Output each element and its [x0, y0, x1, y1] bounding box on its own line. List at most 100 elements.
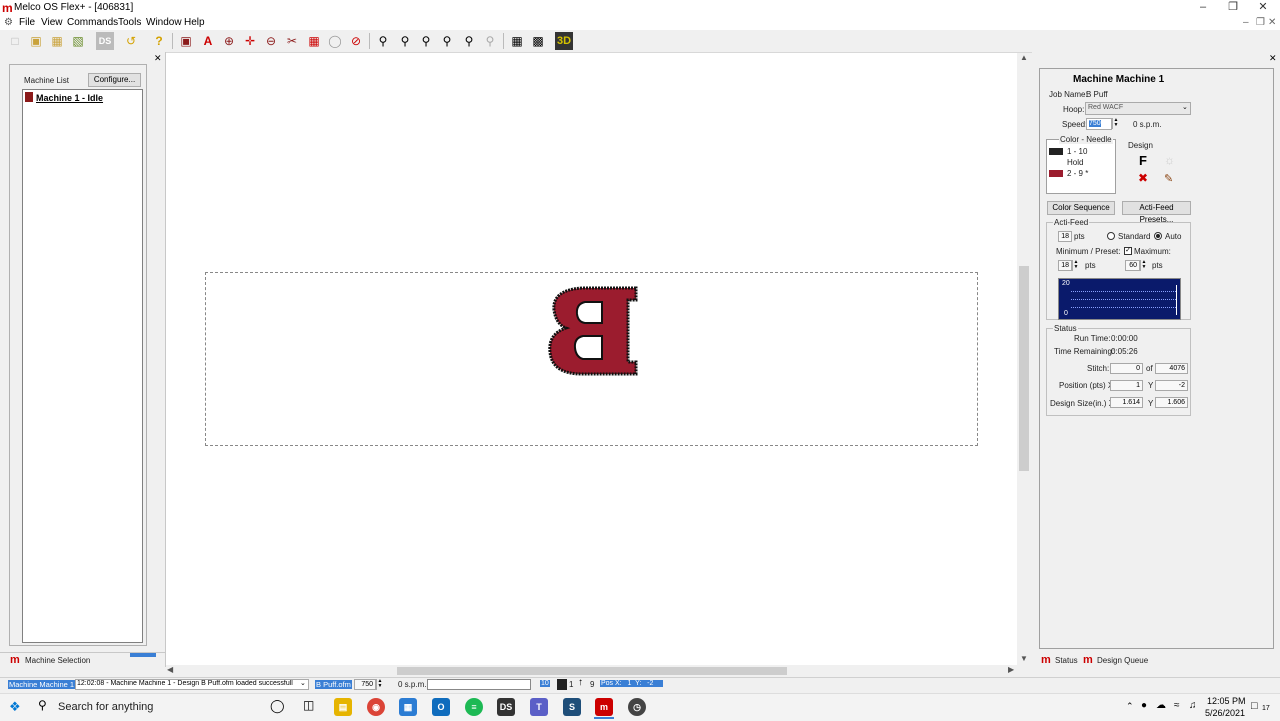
scroll-up-icon[interactable]: ▲ — [1020, 53, 1028, 62]
taskbar-search-input[interactable]: Search for anything — [58, 701, 153, 713]
trace-disabled-icon: ☼ — [1164, 153, 1175, 167]
vertical-scroll-thumb[interactable] — [1019, 266, 1029, 471]
save-icon[interactable]: ▧ — [69, 32, 87, 50]
zoom-in-icon[interactable]: ⚲ — [374, 32, 392, 50]
design-preview[interactable] — [544, 284, 640, 378]
speed-input[interactable]: 750 — [1086, 118, 1112, 130]
microphone-icon[interactable]: ● — [1141, 700, 1147, 711]
title-bar: m Melco OS Flex+ - [406831] – ❐ ✕ — [0, 0, 1280, 15]
machine-list-item[interactable]: Machine 1 - Idle — [36, 93, 103, 103]
spotify-icon[interactable]: ≡ — [465, 698, 483, 716]
min-unit: pts — [1085, 261, 1096, 270]
color-sequence-button[interactable]: Color Sequence — [1047, 201, 1115, 215]
status-speed-spinner-icon[interactable]: ▲ ▼ — [376, 679, 383, 690]
zoom-disabled-icon[interactable]: ⚲ — [481, 32, 499, 50]
status-machine[interactable]: Machine Machine 1 — [8, 680, 76, 689]
open-folder-icon[interactable]: ▣ — [27, 32, 45, 50]
melco-app-icon[interactable]: m — [595, 698, 613, 716]
system-menu-icon[interactable]: ⚙ — [4, 17, 13, 28]
file-explorer-icon[interactable]: ▤ — [334, 698, 352, 716]
thread-icon[interactable]: ◯ — [326, 32, 344, 50]
min-spinner-icon[interactable]: ▲ ▼ — [1072, 260, 1079, 271]
minimize-icon[interactable]: – — [1188, 0, 1218, 15]
zoom-actual-icon[interactable]: ⚲ — [460, 32, 478, 50]
scroll-left-icon[interactable]: ◀ — [167, 665, 173, 674]
maximum-checkbox[interactable]: ✓ — [1124, 247, 1132, 255]
menu-window[interactable]: Window — [146, 17, 182, 28]
menu-help[interactable]: Help — [184, 17, 205, 28]
sketch-app-icon[interactable]: S — [563, 698, 581, 716]
volume-icon[interactable]: ♫ — [1189, 700, 1197, 711]
3d-view-icon[interactable]: 3D — [555, 32, 573, 50]
wifi-icon[interactable]: ≈ — [1174, 700, 1180, 711]
text-tool-icon[interactable]: A — [199, 32, 217, 50]
standard-radio[interactable] — [1107, 232, 1115, 240]
designshop-icon[interactable]: DS — [497, 698, 515, 716]
configure-button[interactable]: Configure... — [88, 73, 141, 87]
hoop-select[interactable]: Red WACF ⌄ — [1085, 102, 1191, 115]
horizontal-scroll-thumb[interactable] — [397, 667, 787, 675]
vertical-scrollbar[interactable]: ▲ ▼ — [1017, 53, 1031, 665]
font-icon[interactable]: F — [1139, 153, 1147, 168]
stop-icon[interactable]: ⊘ — [347, 32, 365, 50]
auto-radio[interactable] — [1154, 232, 1162, 240]
cut-icon[interactable]: ✂ — [283, 32, 301, 50]
scroll-right-icon[interactable]: ▶ — [1008, 665, 1014, 674]
max-value[interactable]: 60 — [1125, 260, 1140, 271]
zoom-out-icon[interactable]: ⚲ — [417, 32, 435, 50]
hoop-icon[interactable]: ⊕ — [220, 32, 238, 50]
status-speed[interactable]: 750 — [354, 679, 376, 690]
onedrive-icon[interactable]: ☁ — [1156, 700, 1166, 711]
trim-icon[interactable]: ✖ — [1138, 171, 1148, 185]
image-icon[interactable]: ▦ — [305, 32, 323, 50]
outlook-icon[interactable]: O — [432, 698, 450, 716]
store-icon[interactable]: ▦ — [399, 698, 417, 716]
help-icon[interactable]: ? — [150, 32, 168, 50]
frame-icon[interactable]: ▣ — [177, 32, 195, 50]
chrome-icon[interactable]: ◉ — [367, 698, 385, 716]
new-file-icon[interactable]: □ — [6, 32, 24, 50]
actifeed-presets-button[interactable]: Acti-Feed Presets... — [1122, 201, 1191, 224]
undo-icon[interactable]: ↺ — [122, 32, 140, 50]
ds-icon[interactable]: DS — [96, 32, 114, 50]
restore-icon[interactable]: ❐ — [1218, 0, 1248, 15]
notification-icon[interactable]: □ — [1251, 700, 1258, 712]
panel-close-icon[interactable]: ✕ — [154, 53, 162, 64]
mdi-restore-icon[interactable]: ❐ — [1256, 17, 1265, 28]
menu-commands[interactable]: Commands — [67, 17, 118, 28]
task-view-icon[interactable]: ◫ — [303, 698, 314, 712]
clock-date[interactable]: 5/26/2021 — [1205, 708, 1245, 718]
menu-view[interactable]: View — [41, 17, 63, 28]
edit-design-icon[interactable]: ✎ — [1164, 172, 1173, 185]
status-message-select[interactable]: 12:02:08 - Machine Machine 1 - Design B … — [75, 679, 309, 690]
min-value[interactable]: 18 — [1058, 260, 1072, 271]
grid-icon[interactable]: ▦ — [508, 32, 526, 50]
cortana-icon[interactable]: ◯ — [270, 698, 285, 714]
clock-app-icon[interactable]: ◷ — [628, 698, 646, 716]
tray-chevron-icon[interactable]: ⌃ — [1126, 701, 1134, 712]
menu-file[interactable]: File — [19, 17, 35, 28]
scroll-down-icon[interactable]: ▼ — [1020, 654, 1028, 663]
search-icon[interactable]: ⚲ — [38, 698, 47, 712]
trace-icon[interactable]: ⊖ — [262, 32, 280, 50]
teams-icon[interactable]: T — [530, 698, 548, 716]
zoom-fit-icon[interactable]: ⚲ — [438, 32, 456, 50]
menu-tools[interactable]: Tools — [118, 17, 141, 28]
close-icon[interactable]: ✕ — [1248, 0, 1278, 15]
mdi-close-icon[interactable]: ✕ — [1268, 17, 1276, 28]
open-design-icon[interactable]: ▦ — [48, 32, 66, 50]
right-panel-close-icon[interactable]: ✕ — [1269, 53, 1277, 64]
actifeed-value[interactable]: 18 — [1058, 231, 1072, 242]
machine-selection-tab[interactable]: Machine Selection — [25, 656, 90, 665]
fine-grid-icon[interactable]: ▩ — [529, 32, 547, 50]
design-queue-tab[interactable]: Design Queue — [1097, 656, 1148, 665]
horizontal-scrollbar[interactable]: ◀ ▶ — [166, 665, 1017, 677]
speed-spinner-icon[interactable]: ▲ ▼ — [1112, 118, 1119, 129]
windows-start-icon[interactable]: ❖ — [9, 699, 21, 715]
max-spinner-icon[interactable]: ▲ ▼ — [1140, 260, 1147, 271]
clock-time[interactable]: 12:05 PM — [1207, 696, 1246, 706]
center-icon[interactable]: ✛ — [241, 32, 259, 50]
zoom-plus-icon[interactable]: ⚲ — [396, 32, 414, 50]
status-tab[interactable]: Status — [1055, 656, 1078, 665]
mdi-minimize-icon[interactable]: – — [1243, 17, 1249, 28]
